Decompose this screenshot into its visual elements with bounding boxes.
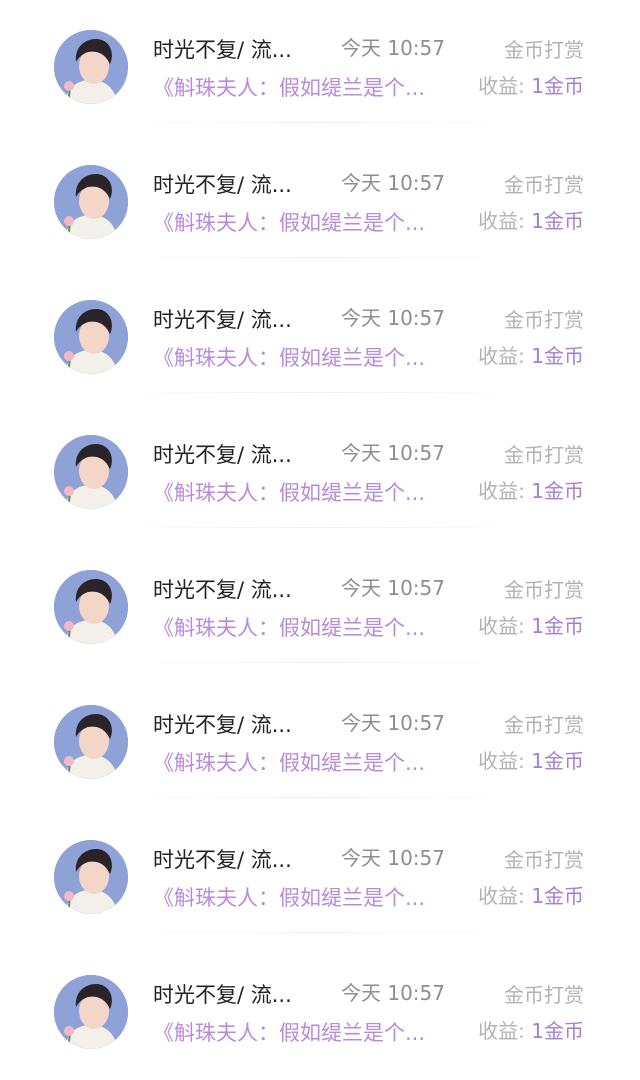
user-name: 时光不复/ 流... — [153, 848, 292, 872]
article-title-link[interactable]: 《斛珠夫人：假如缇兰是个... — [153, 749, 449, 777]
earning-value: 1金币 — [531, 1019, 584, 1043]
earning-label: 收益: — [478, 749, 525, 773]
user-avatar-icon[interactable] — [54, 165, 128, 239]
user-name: 时光不复/ 流... — [153, 308, 292, 332]
reward-type-label: 金币打赏 — [504, 983, 584, 1007]
user-avatar-icon[interactable] — [54, 975, 128, 1049]
earning-value: 1金币 — [531, 749, 584, 773]
timestamp: 今天 10:57 — [341, 171, 445, 195]
reward-type-label: 金币打赏 — [504, 578, 584, 602]
earning-value: 1金币 — [531, 74, 584, 98]
divider — [100, 392, 540, 393]
user-avatar-icon[interactable] — [54, 435, 128, 509]
earning-info: 收益: 1金币 — [478, 1017, 584, 1045]
timestamp: 今天 10:57 — [341, 846, 445, 870]
list-item[interactable]: 时光不复/ 流... 今天 10:57 金币打赏 《斛珠夫人：假如缇兰是个...… — [0, 945, 640, 1080]
user-name: 时光不复/ 流... — [153, 578, 292, 602]
earning-label: 收益: — [478, 884, 525, 908]
earning-value: 1金币 — [531, 209, 584, 233]
user-name: 时光不复/ 流... — [153, 173, 292, 197]
list-item[interactable]: 时光不复/ 流... 今天 10:57 金币打赏 《斛珠夫人：假如缇兰是个...… — [0, 675, 640, 810]
list-item[interactable]: 时光不复/ 流... 今天 10:57 金币打赏 《斛珠夫人：假如缇兰是个...… — [0, 0, 640, 135]
earning-label: 收益: — [478, 614, 525, 638]
earning-value: 1金币 — [531, 884, 584, 908]
article-title-link[interactable]: 《斛珠夫人：假如缇兰是个... — [153, 479, 449, 507]
list-item[interactable]: 时光不复/ 流... 今天 10:57 金币打赏 《斛珠夫人：假如缇兰是个...… — [0, 135, 640, 270]
divider — [100, 662, 540, 663]
earning-info: 收益: 1金币 — [478, 477, 584, 505]
timestamp: 今天 10:57 — [341, 36, 445, 60]
divider — [100, 797, 540, 798]
earning-label: 收益: — [478, 74, 525, 98]
user-name: 时光不复/ 流... — [153, 713, 292, 737]
reward-type-label: 金币打赏 — [504, 443, 584, 467]
reward-type-label: 金币打赏 — [504, 848, 584, 872]
earning-info: 收益: 1金币 — [478, 72, 584, 100]
user-avatar-icon[interactable] — [54, 30, 128, 104]
article-title-link[interactable]: 《斛珠夫人：假如缇兰是个... — [153, 344, 449, 372]
earning-value: 1金币 — [531, 344, 584, 368]
user-name: 时光不复/ 流... — [153, 983, 292, 1007]
user-avatar-icon[interactable] — [54, 705, 128, 779]
reward-notification-list: 时光不复/ 流... 今天 10:57 金币打赏 《斛珠夫人：假如缇兰是个...… — [0, 0, 640, 1077]
divider — [100, 932, 540, 933]
earning-info: 收益: 1金币 — [478, 342, 584, 370]
reward-type-label: 金币打赏 — [504, 713, 584, 737]
divider — [100, 257, 540, 258]
article-title-link[interactable]: 《斛珠夫人：假如缇兰是个... — [153, 614, 449, 642]
earning-label: 收益: — [478, 1019, 525, 1043]
list-item[interactable]: 时光不复/ 流... 今天 10:57 金币打赏 《斛珠夫人：假如缇兰是个...… — [0, 270, 640, 405]
article-title-link[interactable]: 《斛珠夫人：假如缇兰是个... — [153, 74, 449, 102]
reward-type-label: 金币打赏 — [504, 38, 584, 62]
article-title-link[interactable]: 《斛珠夫人：假如缇兰是个... — [153, 884, 449, 912]
timestamp: 今天 10:57 — [341, 981, 445, 1005]
user-avatar-icon[interactable] — [54, 570, 128, 644]
list-item[interactable]: 时光不复/ 流... 今天 10:57 金币打赏 《斛珠夫人：假如缇兰是个...… — [0, 540, 640, 675]
timestamp: 今天 10:57 — [341, 441, 445, 465]
divider — [100, 527, 540, 528]
timestamp: 今天 10:57 — [341, 711, 445, 735]
earning-info: 收益: 1金币 — [478, 747, 584, 775]
list-item[interactable]: 时光不复/ 流... 今天 10:57 金币打赏 《斛珠夫人：假如缇兰是个...… — [0, 405, 640, 540]
earning-label: 收益: — [478, 209, 525, 233]
article-title-link[interactable]: 《斛珠夫人：假如缇兰是个... — [153, 1019, 449, 1047]
earning-info: 收益: 1金币 — [478, 207, 584, 235]
user-avatar-icon[interactable] — [54, 840, 128, 914]
earning-info: 收益: 1金币 — [478, 612, 584, 640]
earning-label: 收益: — [478, 479, 525, 503]
list-item[interactable]: 时光不复/ 流... 今天 10:57 金币打赏 《斛珠夫人：假如缇兰是个...… — [0, 810, 640, 945]
reward-type-label: 金币打赏 — [504, 308, 584, 332]
reward-type-label: 金币打赏 — [504, 173, 584, 197]
article-title-link[interactable]: 《斛珠夫人：假如缇兰是个... — [153, 209, 449, 237]
user-avatar-icon[interactable] — [54, 300, 128, 374]
user-name: 时光不复/ 流... — [153, 38, 292, 62]
divider — [100, 122, 540, 123]
timestamp: 今天 10:57 — [341, 576, 445, 600]
earning-value: 1金币 — [531, 614, 584, 638]
earning-value: 1金币 — [531, 479, 584, 503]
user-name: 时光不复/ 流... — [153, 443, 292, 467]
timestamp: 今天 10:57 — [341, 306, 445, 330]
earning-info: 收益: 1金币 — [478, 882, 584, 910]
earning-label: 收益: — [478, 344, 525, 368]
